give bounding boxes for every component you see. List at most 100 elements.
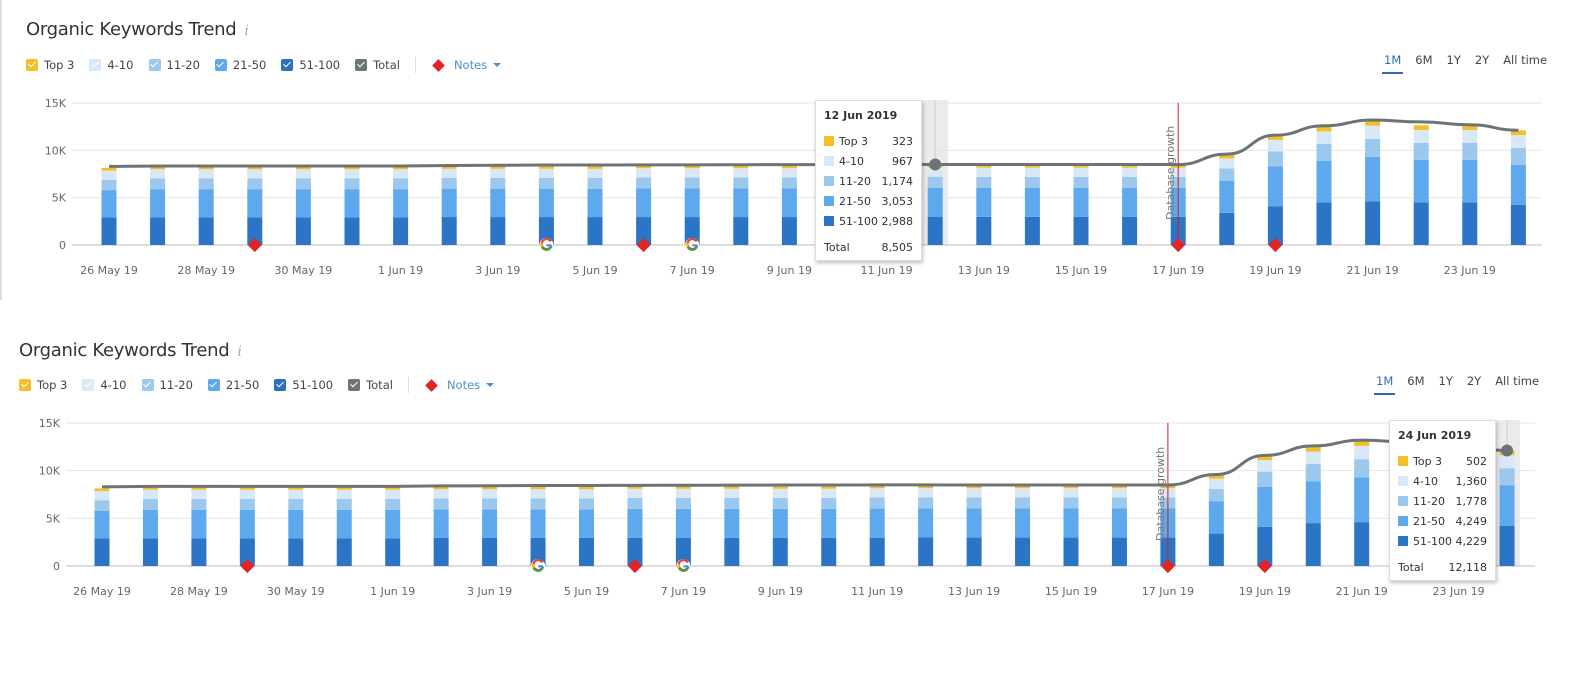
bar-segment-21-50[interactable] (288, 509, 304, 539)
bar-segment-21-50[interactable] (530, 509, 546, 538)
bar-segment-4-10[interactable] (530, 489, 546, 499)
bar-segment-51-100[interactable] (869, 537, 885, 566)
bar-stack[interactable] (1219, 154, 1235, 245)
bar-segment-51-100[interactable] (966, 537, 982, 566)
bar-segment-top3[interactable] (101, 167, 117, 171)
bar-segment-11-20[interactable] (1413, 142, 1429, 160)
bar-segment-11-20[interactable] (927, 176, 943, 188)
bar-segment-51-100[interactable] (198, 217, 214, 245)
google-update-icon[interactable] (676, 558, 691, 573)
bar-segment-51-100[interactable] (101, 217, 117, 245)
bar-stack[interactable] (1354, 441, 1370, 566)
bar-segment-51-100[interactable] (1354, 522, 1370, 566)
bar-stack[interactable] (918, 484, 934, 566)
bar-segment-21-50[interactable] (579, 509, 594, 538)
bar-segment-4-10[interactable] (976, 167, 992, 177)
bar-segment-21-50[interactable] (587, 188, 603, 218)
keywords-chart[interactable]: 0 5K 10K 15K Database growth 26 May 19 28 May … (0, 320, 1583, 620)
bar-stack[interactable] (490, 165, 506, 245)
bar-segment-11-20[interactable] (1063, 497, 1079, 509)
google-update-icon[interactable] (531, 558, 546, 573)
bar-segment-51-100[interactable] (579, 537, 594, 566)
bar-segment-4-10[interactable] (733, 168, 749, 178)
bar-segment-11-20[interactable] (1354, 459, 1370, 478)
bar-segment-51-100[interactable] (1305, 523, 1321, 566)
bar-stack[interactable] (1063, 485, 1079, 566)
bar-segment-51-100[interactable] (781, 217, 797, 245)
bar-segment-51-100[interactable] (94, 538, 110, 566)
bar-segment-21-50[interactable] (675, 508, 691, 538)
bar-segment-21-50[interactable] (247, 189, 263, 218)
bar-segment-4-10[interactable] (821, 488, 837, 498)
bar-stack[interactable] (1510, 130, 1526, 245)
bar-stack[interactable] (675, 485, 691, 566)
bar-segment-21-50[interactable] (1354, 477, 1370, 523)
bar-segment-11-20[interactable] (198, 178, 214, 190)
bar-segment-51-100[interactable] (142, 538, 158, 566)
bar-segment-11-20[interactable] (1316, 143, 1332, 161)
bar-stack[interactable] (288, 486, 304, 566)
bar-stack[interactable] (142, 486, 158, 566)
bar-segment-21-50[interactable] (538, 188, 554, 218)
bar-stack[interactable] (976, 164, 992, 245)
bar-segment-51-100[interactable] (1122, 216, 1138, 245)
bar-stack[interactable] (869, 485, 885, 566)
bar-segment-21-50[interactable] (1111, 508, 1127, 538)
bar-segment-4-10[interactable] (433, 489, 449, 499)
bar-segment-4-10[interactable] (94, 491, 110, 501)
bar-segment-21-50[interactable] (927, 187, 943, 217)
bar-segment-21-50[interactable] (1305, 481, 1321, 524)
bar-stack[interactable] (1208, 475, 1224, 566)
bar-segment-51-100[interactable] (587, 217, 603, 245)
bar-segment-11-20[interactable] (482, 498, 498, 510)
bar-segment-4-10[interactable] (1122, 167, 1138, 177)
bar-stack[interactable] (1305, 447, 1321, 566)
bar-segment-21-50[interactable] (441, 188, 457, 218)
bar-segment-51-100[interactable] (1499, 525, 1515, 566)
bar-segment-4-10[interactable] (1316, 131, 1332, 144)
bar-segment-11-20[interactable] (1510, 147, 1526, 165)
bar-segment-21-50[interactable] (1267, 166, 1283, 207)
bar-segment-top3[interactable] (1365, 120, 1381, 126)
bar-segment-21-50[interactable] (684, 188, 700, 218)
bar-segment-11-20[interactable] (1111, 497, 1127, 509)
bar-segment-21-50[interactable] (295, 189, 311, 218)
bar-segment-4-10[interactable] (538, 168, 554, 178)
bar-segment-top3[interactable] (94, 488, 110, 492)
bar-segment-21-50[interactable] (636, 188, 652, 218)
bar-stack[interactable] (724, 485, 740, 566)
bar-segment-21-50[interactable] (821, 508, 837, 538)
bar-segment-21-50[interactable] (336, 509, 352, 539)
bar-segment-51-100[interactable] (295, 217, 311, 245)
bar-segment-top3[interactable] (1305, 447, 1321, 452)
bar-segment-11-20[interactable] (724, 497, 740, 509)
bar-segment-21-50[interactable] (239, 509, 255, 539)
bar-stack[interactable] (344, 166, 360, 245)
bar-segment-11-20[interactable] (976, 176, 992, 188)
google-update-icon[interactable] (685, 237, 700, 252)
bar-stack[interactable] (1499, 450, 1515, 566)
bar-segment-51-100[interactable] (441, 217, 457, 245)
bar-segment-51-100[interactable] (1208, 533, 1224, 566)
bar-segment-21-50[interactable] (1024, 187, 1040, 217)
bar-segment-21-50[interactable] (1413, 159, 1429, 203)
bar-stack[interactable] (101, 167, 117, 245)
bar-segment-51-100[interactable] (918, 537, 934, 566)
bar-stack[interactable] (1111, 485, 1127, 566)
bar-segment-11-20[interactable] (1305, 463, 1321, 482)
bar-segment-11-20[interactable] (1073, 176, 1089, 188)
bar-segment-51-100[interactable] (1063, 537, 1079, 566)
bar-stack[interactable] (538, 165, 554, 245)
bar-segment-11-20[interactable] (1499, 468, 1515, 486)
bar-stack[interactable] (433, 486, 449, 566)
bar-segment-21-50[interactable] (781, 188, 797, 218)
bar-segment-51-100[interactable] (976, 216, 992, 245)
bar-segment-11-20[interactable] (966, 497, 982, 509)
bar-segment-4-10[interactable] (1305, 451, 1321, 464)
bar-segment-4-10[interactable] (579, 489, 594, 499)
bar-stack[interactable] (636, 165, 652, 245)
bar-segment-4-10[interactable] (1267, 139, 1283, 152)
bar-stack[interactable] (1073, 164, 1089, 245)
bar-segment-11-20[interactable] (1219, 168, 1235, 181)
bar-segment-11-20[interactable] (433, 498, 449, 510)
